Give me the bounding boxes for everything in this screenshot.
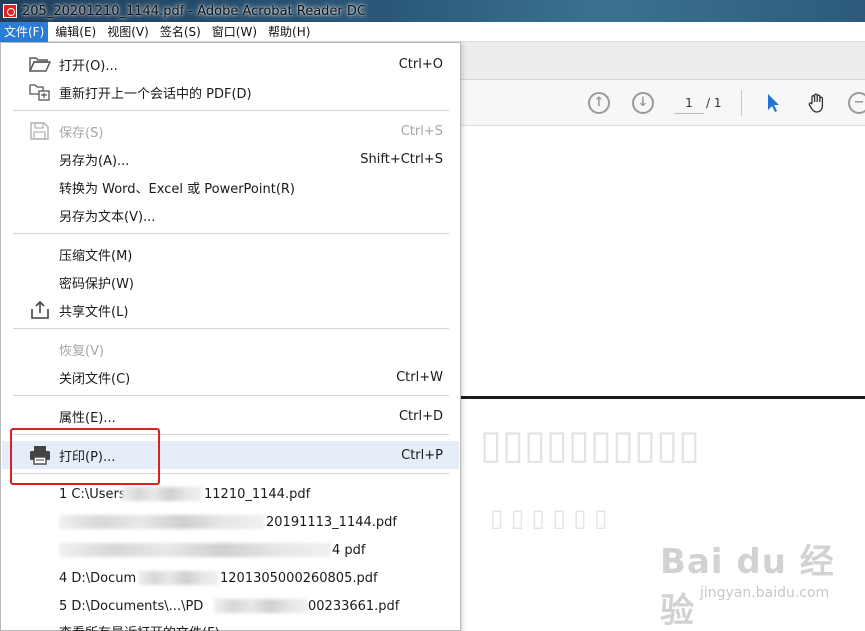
menu-item-convert[interactable]: 转换为 Word、Excel 或 PowerPoint(R): [2, 173, 459, 201]
save-icon: [30, 122, 49, 140]
redacted-path: [122, 487, 202, 501]
menu-item-label: 恢复(V): [59, 343, 105, 359]
menu-item-compress[interactable]: 压缩文件(M): [2, 240, 459, 268]
menu-item-label: 转换为 Word、Excel 或 PowerPoint(R): [59, 181, 296, 197]
redacted-path: [138, 571, 218, 585]
menu-separator: [13, 395, 449, 396]
redacted-path: [59, 515, 264, 529]
menu-bar: 文件(F) 编辑(E) 视图(V) 签名(S) 窗口(W) 帮助(H): [0, 21, 865, 42]
menu-item-revert[interactable]: 恢复(V): [2, 335, 459, 363]
menu-item-shortcut: Ctrl+W: [396, 369, 443, 385]
menu-item-save-as[interactable]: 另存为(A)... Shift+Ctrl+S: [2, 145, 459, 173]
menu-file[interactable]: 文件(F): [0, 21, 49, 42]
document-faint-text: ▯▯▯▯▯▯▯▯▯▯: [480, 422, 701, 468]
previous-page-icon[interactable]: ↑: [588, 92, 610, 114]
menu-item-shortcut: Ctrl+D: [398, 408, 443, 424]
redacted-path: [214, 599, 308, 613]
document-rule-line: [460, 396, 865, 399]
toolbar-divider: [741, 90, 742, 116]
menu-item-share[interactable]: 共享文件(L): [2, 296, 459, 324]
annotation-highlight-box: [10, 428, 160, 485]
title-bar: 205_20201210_1144.pdf - Adobe Acrobat Re…: [0, 0, 865, 22]
page-number-input[interactable]: 1: [674, 92, 704, 114]
watermark-site: jingyan.baidu.com: [700, 585, 830, 601]
menu-item-open[interactable]: 打开(O)... Ctrl+O: [2, 50, 459, 78]
menu-view[interactable]: 视图(V): [103, 22, 153, 42]
menu-item-shortcut: Ctrl+S: [400, 123, 443, 139]
menu-item-password-protect[interactable]: 密码保护(W): [2, 268, 459, 296]
menu-item-label: 压缩文件(M): [59, 248, 133, 264]
menu-item-label: 另存为文本(V)...: [59, 209, 156, 225]
recent-file-4[interactable]: 4 D:\Docum 1201305000260805.pdf: [2, 564, 459, 592]
reopen-session-icon: [29, 84, 50, 101]
watermark-brand: Bai du 经验: [660, 542, 835, 631]
menu-item-save-as-text[interactable]: 另存为文本(V)...: [2, 201, 459, 229]
file-menu-dropdown: 打开(O)... Ctrl+O 重新打开上一个会话中的 PDF(D) 保存(S)…: [0, 42, 461, 631]
tab-strip: [460, 42, 865, 80]
menu-separator: [13, 110, 449, 111]
zoom-out-icon[interactable]: −: [848, 92, 865, 114]
document-faint-text-2: ▯ ▯ ▯ ▯ ▯ ▯: [490, 504, 608, 532]
menu-separator: [13, 328, 449, 329]
menu-item-shortcut: Shift+Ctrl+S: [360, 151, 443, 167]
share-icon: [31, 300, 49, 319]
document-view: ▯▯▯▯▯▯▯▯▯▯ ▯ ▯ ▯ ▯ ▯ ▯ Bai du 经验 jingyan…: [460, 126, 865, 631]
menu-item-label: 查看所有最近打开的文件(F)...: [59, 622, 232, 631]
menu-window[interactable]: 窗口(W): [208, 22, 261, 42]
recent-file-suffix: 11210_1144.pdf: [204, 486, 311, 502]
recent-file-suffix: 4 pdf: [332, 542, 366, 558]
recent-file-2[interactable]: 20191113_1144.pdf: [2, 508, 459, 536]
menu-item-label: 密码保护(W): [59, 276, 134, 292]
menu-item-shortcut: Ctrl+P: [401, 447, 443, 463]
toolbar: ↑ ↓ 1 / 1 −: [460, 80, 865, 126]
window-title: 205_20201210_1144.pdf - Adobe Acrobat Re…: [22, 3, 366, 19]
menu-item-label: 重新打开上一个会话中的 PDF(D): [59, 86, 252, 102]
menu-edit[interactable]: 编辑(E): [51, 22, 100, 42]
recent-file-5[interactable]: 5 D:\Documents\...\PD 00233661.pdf: [2, 592, 459, 620]
select-tool-icon[interactable]: [762, 92, 784, 114]
menu-item-reopen-session[interactable]: 重新打开上一个会话中的 PDF(D): [2, 78, 459, 106]
recent-file-prefix: 5 D:\Documents\...\PD: [59, 598, 204, 614]
recent-file-suffix: 00233661.pdf: [308, 598, 400, 614]
menu-item-save[interactable]: 保存(S) Ctrl+S: [2, 117, 459, 145]
menu-item-shortcut: Ctrl+O: [398, 56, 443, 72]
menu-item-label: 打开(O)...: [59, 58, 118, 74]
recent-file-suffix: 20191113_1144.pdf: [266, 514, 397, 530]
recent-file-prefix: 4 D:\Docum: [59, 570, 137, 586]
folder-open-icon: [28, 57, 52, 72]
recent-file-prefix: 1 C:\Users: [59, 486, 126, 502]
menu-help[interactable]: 帮助(H): [264, 22, 314, 42]
menu-sign[interactable]: 签名(S): [156, 22, 205, 42]
acrobat-app-icon: [3, 4, 17, 18]
recent-file-3[interactable]: 4 pdf: [2, 536, 459, 564]
menu-item-label: 保存(S): [59, 125, 104, 141]
menu-item-label: 关闭文件(C): [59, 371, 131, 387]
menu-item-close-file[interactable]: 关闭文件(C) Ctrl+W: [2, 363, 459, 391]
hand-tool-icon[interactable]: [806, 92, 828, 114]
page-total: / 1: [706, 96, 722, 110]
next-page-icon[interactable]: ↓: [632, 92, 654, 114]
menu-item-label: 共享文件(L): [59, 304, 129, 320]
menu-item-properties[interactable]: 属性(E)... Ctrl+D: [2, 402, 459, 430]
menu-item-view-all-recent[interactable]: 查看所有最近打开的文件(F)...: [2, 619, 459, 631]
redacted-path: [59, 543, 331, 557]
menu-item-label: 属性(E)...: [59, 410, 116, 426]
recent-file-suffix: 1201305000260805.pdf: [220, 570, 378, 586]
menu-item-label: 另存为(A)...: [59, 153, 130, 169]
menu-separator: [13, 233, 449, 234]
